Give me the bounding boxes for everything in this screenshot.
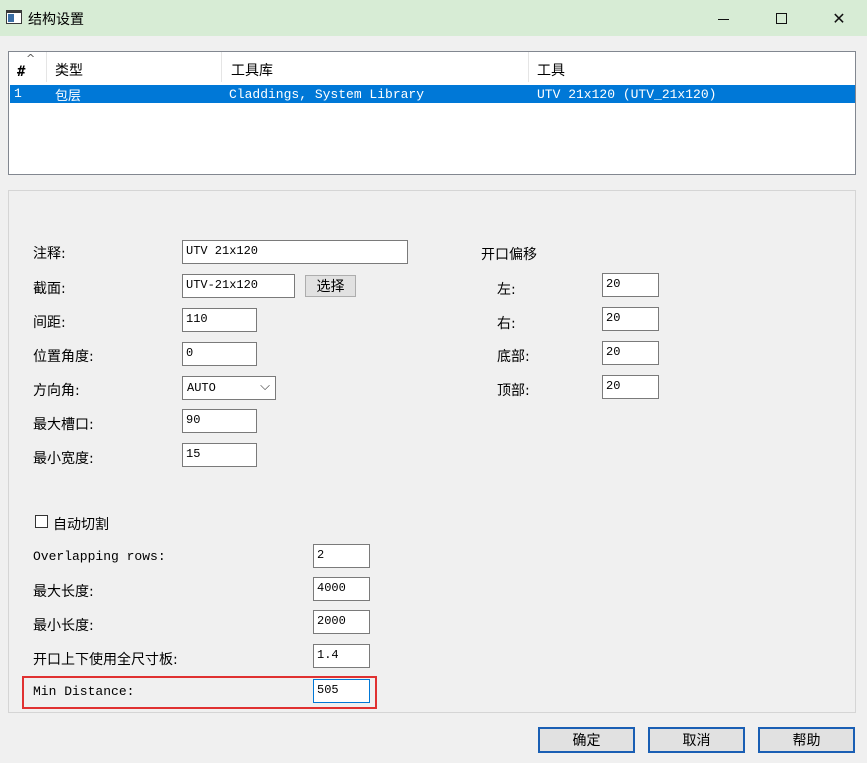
comment-input[interactable]: UTV 21x120 xyxy=(182,240,408,264)
app-icon xyxy=(6,10,22,24)
offset-bottom-input[interactable]: 20 xyxy=(602,341,659,365)
maximize-icon xyxy=(775,12,787,24)
comment-label: 注释: xyxy=(33,246,66,262)
sort-ascending-icon: ^ xyxy=(26,52,36,65)
opening-offset-heading: 开口偏移 xyxy=(481,247,537,263)
min-width-label: 最小宽度: xyxy=(33,451,94,467)
position-angle-input[interactable]: 0 xyxy=(182,342,257,366)
cancel-button[interactable]: 取消 xyxy=(648,727,745,753)
direction-angle-select[interactable]: AUTO ⌵ xyxy=(182,376,276,400)
max-length-input[interactable]: 4000 xyxy=(313,577,370,601)
offset-right-input[interactable]: 20 xyxy=(602,307,659,331)
column-header-index[interactable]: ^ # xyxy=(9,52,47,82)
min-length-label: 最小长度: xyxy=(33,618,94,634)
title-bar: 结构设置 ✕ xyxy=(0,0,867,36)
settings-panel xyxy=(8,190,856,713)
max-length-label: 最大长度: xyxy=(33,584,94,600)
offset-top-input[interactable]: 20 xyxy=(602,375,659,399)
tool-list[interactable]: ^ # 类型 工具库 工具 1 包层 Claddings, System Lib… xyxy=(8,51,856,175)
offset-right-label: 右: xyxy=(497,316,516,332)
auto-cut-label[interactable]: 自动切割 xyxy=(53,514,109,534)
column-header-library[interactable]: 工具库 xyxy=(222,52,529,82)
overlapping-rows-input[interactable]: 2 xyxy=(313,544,370,568)
min-distance-input[interactable]: 505 xyxy=(313,679,370,703)
column-header-tool[interactable]: 工具 xyxy=(529,52,855,82)
max-slot-input[interactable]: 90 xyxy=(182,409,257,433)
close-icon: ✕ xyxy=(832,8,846,28)
overlapping-rows-label: Overlapping rows: xyxy=(33,549,166,564)
spacing-input[interactable]: 110 xyxy=(182,308,257,332)
ok-button[interactable]: 确定 xyxy=(538,727,635,753)
direction-angle-label: 方向角: xyxy=(33,383,80,399)
full-size-input[interactable]: 1.4 xyxy=(313,644,370,668)
list-header: ^ # 类型 工具库 工具 xyxy=(9,52,855,82)
select-profile-button[interactable]: 选择 xyxy=(305,275,356,297)
offset-top-label: 顶部: xyxy=(497,383,530,399)
position-angle-label: 位置角度: xyxy=(33,349,94,365)
offset-bottom-label: 底部: xyxy=(497,349,530,365)
minimize-icon xyxy=(717,18,729,20)
max-slot-label: 最大槽口: xyxy=(33,417,94,433)
close-button[interactable]: ✕ xyxy=(816,0,862,36)
min-length-input[interactable]: 2000 xyxy=(313,610,370,634)
full-size-label: 开口上下使用全尺寸板: xyxy=(33,652,178,668)
section-label: 截面: xyxy=(33,281,66,297)
column-header-type[interactable]: 类型 xyxy=(47,52,222,82)
table-row[interactable]: 1 包层 Claddings, System Library UTV 21x12… xyxy=(10,85,855,104)
section-input[interactable]: UTV-21x120 xyxy=(182,274,295,298)
help-button[interactable]: 帮助 xyxy=(758,727,855,753)
minimize-button[interactable] xyxy=(700,0,746,36)
spacing-label: 间距: xyxy=(33,315,66,331)
min-width-input[interactable]: 15 xyxy=(182,443,257,467)
auto-cut-checkbox[interactable] xyxy=(35,515,48,528)
window-title: 结构设置 xyxy=(28,12,84,28)
offset-left-input[interactable]: 20 xyxy=(602,273,659,297)
chevron-down-icon: ⌵ xyxy=(260,379,270,394)
offset-left-label: 左: xyxy=(497,282,516,298)
maximize-button[interactable] xyxy=(758,0,804,36)
min-distance-label: Min Distance: xyxy=(33,684,135,699)
